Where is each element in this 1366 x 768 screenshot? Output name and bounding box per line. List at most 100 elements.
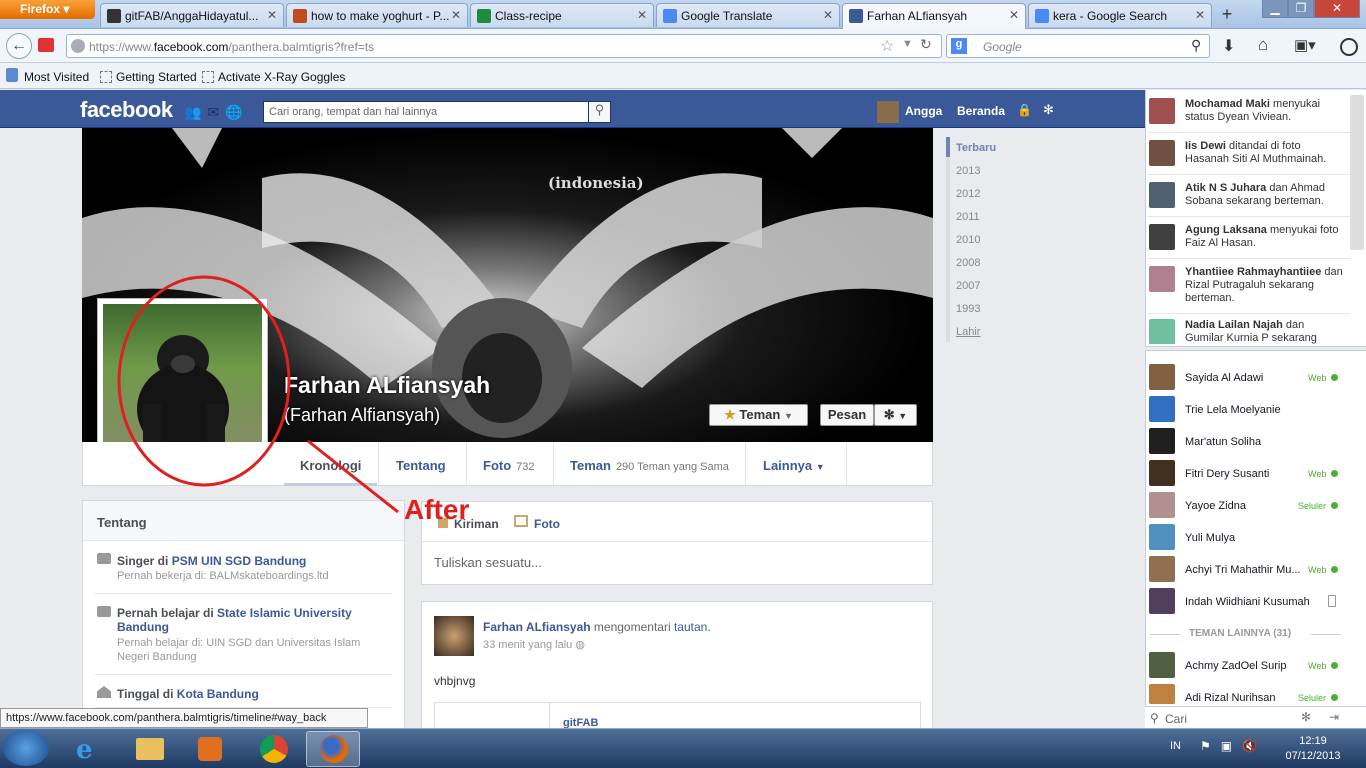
tab-more[interactable]: Lainnya ▼ xyxy=(763,458,825,473)
close-window-button[interactable]: ✕ xyxy=(1314,0,1360,18)
bookmarks-icon[interactable] xyxy=(6,68,18,82)
taskbar-media-player[interactable] xyxy=(182,731,236,767)
fb-user-link[interactable]: Angga xyxy=(905,104,942,118)
avatar[interactable] xyxy=(434,616,474,656)
language-indicator[interactable]: IN xyxy=(1170,740,1181,752)
facebook-logo[interactable]: facebook xyxy=(80,97,173,123)
close-icon[interactable]: ✕ xyxy=(823,8,833,22)
addon-icon[interactable] xyxy=(1340,38,1358,56)
tab-timeline[interactable]: Kronologi xyxy=(300,458,361,473)
tab-class-recipe[interactable]: Class-recipe ✕ xyxy=(470,3,654,27)
tab-friends[interactable]: Teman 290 Teman yang Sama xyxy=(570,458,729,473)
fb-home-link[interactable]: Beranda xyxy=(957,104,1005,118)
bookmark-star-icon[interactable]: ☆ xyxy=(880,36,894,56)
ticker-scrollbar[interactable] xyxy=(1350,95,1364,250)
search-icon[interactable]: ⚲ xyxy=(588,101,611,123)
search-icon[interactable]: ⚲ xyxy=(1191,37,1201,54)
avatar[interactable] xyxy=(1149,266,1175,292)
tab-about[interactable]: Tentang xyxy=(396,458,446,473)
ticker-item[interactable]: Iis Dewi ditandai di foto Hasanah Siti A… xyxy=(1185,140,1345,166)
year-2007[interactable]: 2007 xyxy=(956,280,980,292)
taskbar-firefox[interactable] xyxy=(306,731,360,767)
privacy-icon[interactable]: 🔒 xyxy=(1017,103,1032,117)
close-icon[interactable]: ✕ xyxy=(1009,8,1019,22)
chat-friend[interactable]: Trie Lela Moelyanie xyxy=(1185,404,1281,416)
restore-button[interactable]: ❐ xyxy=(1288,0,1314,18)
post-object-link[interactable]: tautan. xyxy=(674,620,711,634)
ticker-item[interactable]: Agung Laksana menyukai foto Faiz Al Hasa… xyxy=(1185,224,1345,250)
close-icon[interactable]: ✕ xyxy=(451,8,461,22)
tab-google-translate[interactable]: Google Translate ✕ xyxy=(656,3,840,27)
friend-button[interactable]: ★ Teman ▼ xyxy=(709,404,808,426)
avatar[interactable] xyxy=(1149,98,1175,124)
avatar[interactable] xyxy=(1149,140,1175,166)
tab-google-search[interactable]: kera - Google Search ✕ xyxy=(1028,3,1212,27)
tab-facebook[interactable]: Farhan ALfiansyah ✕ xyxy=(842,3,1026,29)
avatar[interactable] xyxy=(877,101,899,123)
clock[interactable]: 12:19 07/12/2013 xyxy=(1278,734,1348,764)
year-2013[interactable]: 2013 xyxy=(956,165,980,177)
close-icon[interactable]: ✕ xyxy=(267,8,277,22)
fb-search-input[interactable]: Cari orang, tempat dan hal lainnya xyxy=(263,101,611,123)
chat-search-input[interactable]: ⚲ Cari ✻ ⇥ xyxy=(1145,706,1366,730)
tab-photos[interactable]: Foto 732 xyxy=(483,458,535,473)
taskbar-chrome[interactable] xyxy=(246,731,300,767)
chat-friend[interactable]: Achmy ZadOel Surip xyxy=(1185,660,1286,672)
minimize-button[interactable]: ▁ xyxy=(1262,0,1288,18)
chat-friend[interactable]: Sayida Al Adawi xyxy=(1185,372,1263,384)
year-2011[interactable]: 2011 xyxy=(956,211,980,223)
composer-input[interactable]: Tuliskan sesuatu... xyxy=(434,555,914,570)
download-icon[interactable]: ⬇ xyxy=(1222,36,1235,56)
year-2008[interactable]: 2008 xyxy=(956,257,980,269)
message-button[interactable]: Pesan xyxy=(820,404,874,426)
bookmarks-menu-icon[interactable]: ▣▾ xyxy=(1294,36,1316,54)
year-latest[interactable]: Terbaru xyxy=(956,142,996,154)
close-icon[interactable]: ✕ xyxy=(637,8,647,22)
start-button[interactable] xyxy=(3,730,49,766)
taskbar-explorer[interactable] xyxy=(122,731,176,767)
bookmark-most-visited[interactable]: Most Visited xyxy=(24,70,89,84)
sidebar-divider[interactable] xyxy=(1145,346,1366,351)
dropdown-icon[interactable]: ▼ xyxy=(902,38,913,50)
tab-yoghurt[interactable]: how to make yoghurt - P... ✕ xyxy=(286,3,468,27)
avatar[interactable] xyxy=(1149,182,1175,208)
chat-friend[interactable]: Indah Wiidhiani Kusumah xyxy=(1185,596,1310,608)
about-hometown-link[interactable]: Kota Bandung xyxy=(177,687,259,701)
avatar[interactable] xyxy=(1149,319,1175,344)
about-work-link[interactable]: PSM UIN SGD Bandung xyxy=(172,554,307,568)
about-title[interactable]: Tentang xyxy=(97,515,147,530)
bookmark-xray-goggles[interactable]: Activate X-Ray Goggles xyxy=(202,70,345,84)
address-bar[interactable]: https://www.facebook.com/panthera.balmti… xyxy=(66,34,942,58)
search-bar[interactable]: g Google ⚲ xyxy=(946,34,1210,58)
year-1993[interactable]: 1993 xyxy=(956,303,980,315)
year-2010[interactable]: 2010 xyxy=(956,234,980,246)
gear-icon[interactable]: ✻ xyxy=(1043,102,1054,118)
avatar[interactable] xyxy=(1149,224,1175,250)
addon-icon[interactable] xyxy=(38,38,54,52)
notification-icons[interactable]: 👥✉🌐 xyxy=(184,104,249,121)
ticker-item[interactable]: Atik N S Juhara dan Ahmad Sobana sekaran… xyxy=(1185,182,1345,208)
home-icon[interactable]: ⌂ xyxy=(1258,35,1268,55)
ticker-item[interactable]: Yhantiiee Rahmayhantiiee dan Rizal Putra… xyxy=(1185,266,1345,305)
gear-dropdown-button[interactable]: ✻ ▼ xyxy=(874,404,917,426)
gear-icon[interactable]: ✻ xyxy=(1301,710,1311,724)
bookmark-getting-started[interactable]: Getting Started xyxy=(100,70,197,84)
chat-friend[interactable]: Mar'atun Soliha xyxy=(1185,436,1261,448)
ticker-item[interactable]: Nadia Lailan Najah dan Gumilar Kurnia P … xyxy=(1185,319,1345,344)
tray-icons[interactable]: ⚑▣🔇 xyxy=(1200,739,1267,753)
popout-icon[interactable]: ⇥ xyxy=(1329,710,1339,724)
chat-friend[interactable]: Achyi Tri Mahathir Mu... xyxy=(1185,564,1301,576)
back-button[interactable]: ← xyxy=(6,33,32,59)
composer-photo-tab[interactable]: Foto xyxy=(534,517,560,531)
year-2012[interactable]: 2012 xyxy=(956,188,980,200)
post-author[interactable]: Farhan ALfiansyah xyxy=(483,620,591,634)
profile-name[interactable]: Farhan ALfiansyah xyxy=(284,372,490,399)
close-icon[interactable]: ✕ xyxy=(1195,8,1205,22)
chat-friend[interactable]: Adi Rizal Nurihsan xyxy=(1185,692,1275,704)
chat-friend[interactable]: Yayoe Zidna xyxy=(1185,500,1246,512)
new-tab-button[interactable]: + xyxy=(1214,4,1240,26)
chat-friend[interactable]: Fitri Dery Susanti xyxy=(1185,468,1269,480)
year-born[interactable]: Lahir xyxy=(956,326,980,338)
ticker-item[interactable]: Mochamad Maki menyukai status Dyean Vivi… xyxy=(1185,98,1345,124)
tab-gitfab[interactable]: gitFAB/AnggaHidayatul... ✕ xyxy=(100,3,284,27)
